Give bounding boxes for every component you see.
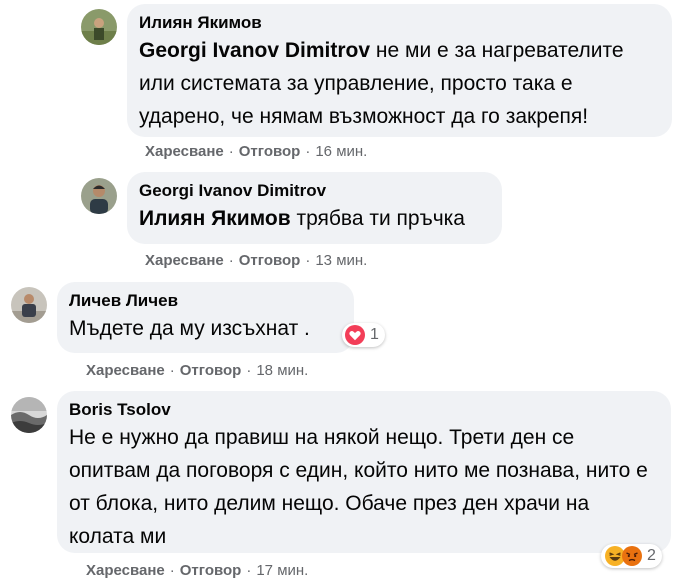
comment-text: Не е нужно да правиш на някой нещо. Трет… — [69, 426, 648, 548]
mention-link[interactable]: Georgi Ivanov Dimitrov — [139, 39, 370, 62]
separator: · — [228, 143, 234, 160]
heart-icon — [345, 325, 365, 345]
mention-link[interactable]: Илиян Якимов — [139, 207, 291, 230]
comment-actions: Харесване · Отговор · 16 мин. — [145, 143, 367, 160]
comment-actions: Харесване · Отговор · 13 мин. — [145, 252, 367, 269]
like-button[interactable]: Харесване — [145, 252, 224, 269]
reaction-summary[interactable]: 2 — [601, 544, 662, 568]
comment-text: Илиян Якимов трябва ти пръчка — [139, 207, 465, 230]
comment-text: Мъдете да му изсъхнат . — [69, 317, 310, 340]
comment-bubble: Личев Личев Мъдете да му изсъхнат . — [57, 282, 354, 353]
separator: · — [305, 252, 311, 269]
comment-timestamp[interactable]: 13 мин. — [315, 252, 367, 269]
reaction-summary[interactable]: 1 — [342, 323, 385, 347]
avatar[interactable] — [11, 287, 47, 323]
comment-text: Georgi Ivanov Dimitrov не ми е за нагрев… — [139, 39, 624, 128]
comment-bubble: Boris Tsolov Не е нужно да правиш на няк… — [57, 391, 671, 553]
comment-timestamp[interactable]: 16 мин. — [315, 143, 367, 160]
comment-bubble: Илиян Якимов Georgi Ivanov Dimitrov не м… — [127, 4, 672, 137]
avatar[interactable] — [11, 397, 47, 433]
like-button[interactable]: Харесване — [145, 143, 224, 160]
separator: · — [246, 362, 252, 379]
avatar[interactable] — [81, 178, 117, 214]
comment-actions: Харесване · Отговор · 17 мин. — [86, 562, 308, 579]
comment-actions: Харесване · Отговор · 18 мин. — [86, 362, 308, 379]
reply-button[interactable]: Отговор — [239, 143, 301, 160]
comment-bubble: Georgi Ivanov Dimitrov Илиян Якимов тряб… — [127, 172, 502, 244]
reaction-count: 2 — [647, 547, 656, 564]
angry-emoji-icon — [622, 546, 642, 566]
separator: · — [305, 143, 311, 160]
avatar[interactable] — [81, 9, 117, 45]
separator: · — [246, 562, 252, 579]
separator: · — [228, 252, 234, 269]
comment-author[interactable]: Georgi Ivanov Dimitrov — [139, 180, 490, 202]
comment-timestamp[interactable]: 18 мин. — [256, 362, 308, 379]
comment-author[interactable]: Илиян Якимов — [139, 12, 660, 34]
avatar-image — [11, 287, 47, 323]
comment-author[interactable]: Boris Tsolov — [69, 399, 659, 421]
reply-button[interactable]: Отговор — [180, 562, 242, 579]
reaction-count: 1 — [370, 326, 379, 343]
reply-button[interactable]: Отговор — [180, 362, 242, 379]
like-button[interactable]: Харесване — [86, 362, 165, 379]
like-button[interactable]: Харесване — [86, 562, 165, 579]
avatar-image — [81, 9, 117, 45]
reply-button[interactable]: Отговор — [239, 252, 301, 269]
comment-timestamp[interactable]: 17 мин. — [256, 562, 308, 579]
separator: · — [169, 362, 175, 379]
avatar-image — [81, 178, 117, 214]
comment-author[interactable]: Личев Личев — [69, 290, 342, 312]
avatar-image — [11, 397, 47, 433]
separator: · — [169, 562, 175, 579]
